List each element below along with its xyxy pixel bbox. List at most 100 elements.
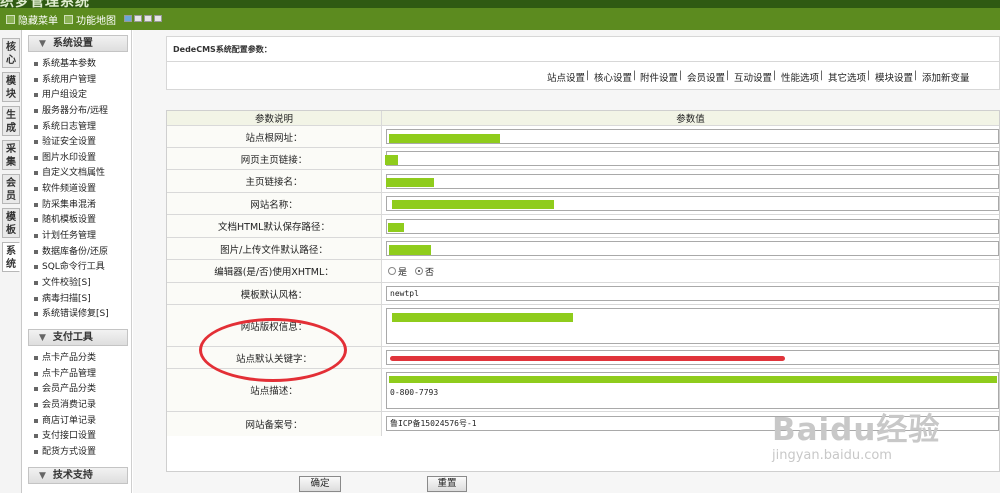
tab-separator: |	[726, 70, 730, 81]
skin-white-icon[interactable]	[154, 15, 162, 22]
menu-item[interactable]: 会员产品分类	[34, 382, 96, 397]
tab-module-settings[interactable]: 模块设置	[875, 70, 913, 84]
menu-item[interactable]: 会员消费记录	[34, 398, 96, 413]
bullet-icon	[34, 280, 38, 285]
bullet-icon	[34, 61, 38, 66]
tab-site-settings[interactable]: 站点设置	[547, 70, 585, 84]
bullet-icon	[34, 449, 38, 454]
tab-core-settings[interactable]: 核心设置	[594, 70, 632, 84]
skin-blue-icon[interactable]	[124, 15, 132, 22]
section-title: 支付工具	[52, 332, 93, 343]
tab-core[interactable]: 核心	[2, 38, 20, 68]
homepage-link-input[interactable]	[386, 151, 999, 166]
menu-item[interactable]: 商店订单记录	[34, 414, 96, 429]
tab-generate[interactable]: 生成	[2, 106, 20, 136]
tab-separator: |	[914, 70, 918, 81]
menu-item[interactable]: 系统日志管理	[34, 120, 96, 135]
menu-item[interactable]: 自定义文档属性	[34, 166, 105, 181]
menu-item[interactable]: 配货方式设置	[34, 445, 96, 460]
menu-item[interactable]: 验证安全设置	[34, 135, 96, 150]
upload-path-input[interactable]	[386, 241, 999, 256]
section-title: 系统设置	[52, 38, 93, 49]
redaction-mark	[389, 134, 500, 143]
tab-member[interactable]: 会员	[2, 174, 20, 204]
chevron-down-icon: ▼	[39, 471, 46, 481]
menu-item[interactable]: 计划任务管理	[34, 229, 96, 244]
param-label: 网站备案号：	[167, 412, 382, 436]
redaction-mark	[390, 356, 785, 361]
tab-attachment-settings[interactable]: 附件设置	[640, 70, 678, 84]
tab-collect[interactable]: 采集	[2, 140, 20, 170]
module-tab-strip: 核心 模块 生成 采集 会员 模板 系统	[0, 30, 22, 493]
table-row: 图片/上传文件默认路径：	[167, 238, 999, 260]
config-header: DedeCMS系统配置参数： 站点设置 | 核心设置 | 附件设置 | 会员设置…	[166, 36, 1000, 90]
app-banner: 织梦管理系统	[0, 0, 1000, 10]
redaction-mark	[386, 178, 434, 187]
tab-separator: |	[867, 70, 871, 81]
bullet-icon	[34, 155, 38, 160]
tab-member-settings[interactable]: 会员设置	[687, 70, 725, 84]
menu-item[interactable]: 病毒扫描[S]	[34, 292, 91, 307]
xhtml-no-radio[interactable]: 否	[415, 265, 434, 278]
tab-separator: |	[773, 70, 777, 81]
template-style-input[interactable]: newtpl	[386, 286, 999, 301]
chevron-down-icon: ▼	[39, 39, 46, 49]
bullet-icon	[34, 217, 38, 222]
section-payment-tools[interactable]: ▼ 支付工具	[28, 329, 128, 346]
page-title: DedeCMS系统配置参数：	[173, 45, 272, 54]
menu-item[interactable]: 数据库备份/还原	[34, 245, 108, 260]
hide-menu-icon	[6, 15, 15, 24]
section-system-settings[interactable]: ▼ 系统设置	[28, 35, 128, 52]
menu-item[interactable]: 防采集串混淆	[34, 198, 96, 213]
radio-off-icon	[388, 267, 396, 275]
menu-item[interactable]: 服务器分布/远程	[34, 104, 108, 119]
menu-item[interactable]: 支付接口设置	[34, 429, 96, 444]
menu-item[interactable]: 点卡产品管理	[34, 367, 96, 382]
menu-item[interactable]: 系统用户管理	[34, 73, 96, 88]
function-map-button[interactable]: 功能地图	[64, 12, 116, 27]
table-row: 站点根网址：	[167, 126, 999, 148]
section-title: 技术支持	[52, 470, 93, 481]
bullet-icon	[34, 139, 38, 144]
html-save-path-input[interactable]	[386, 219, 999, 234]
menu-item[interactable]: 文件校验[S]	[34, 276, 91, 291]
xhtml-yes-radio[interactable]: 是	[388, 265, 407, 278]
sidebar-menu: ▼ 系统设置 系统基本参数 系统用户管理 用户组设定 服务器分布/远程 系统日志管…	[22, 30, 132, 493]
menu-item[interactable]: 系统错误修复[S]	[34, 307, 109, 322]
skin-switcher[interactable]	[124, 15, 162, 22]
menu-item[interactable]: SQL命令行工具	[34, 260, 105, 275]
menu-item[interactable]: 系统基本参数	[34, 57, 96, 72]
menu-item[interactable]: 软件频道设置	[34, 182, 96, 197]
skin-gray-icon[interactable]	[134, 15, 142, 22]
tab-other-options[interactable]: 其它选项	[828, 70, 866, 84]
skin-light-icon[interactable]	[144, 15, 152, 22]
bullet-icon	[34, 202, 38, 207]
tab-interaction-settings[interactable]: 互动设置	[734, 70, 772, 84]
param-label: 主页链接名：	[167, 170, 382, 192]
menu-item[interactable]: 随机模板设置	[34, 213, 96, 228]
menu-item[interactable]: 点卡产品分类	[34, 351, 96, 366]
confirm-button[interactable]: 确定	[299, 476, 341, 492]
bullet-icon	[34, 233, 38, 238]
reset-button[interactable]: 重置	[427, 476, 467, 492]
menu-item[interactable]: 用户组设定	[34, 88, 87, 103]
bullet-icon	[34, 92, 38, 97]
tab-module[interactable]: 模块	[2, 72, 20, 102]
bullet-icon	[34, 418, 38, 423]
tab-separator: |	[586, 70, 590, 81]
section-tech-support[interactable]: ▼ 技术支持	[28, 467, 128, 484]
hide-menu-button[interactable]: 隐藏菜单	[6, 12, 58, 27]
tab-system[interactable]: 系统	[2, 242, 20, 272]
homepage-link-name-input[interactable]	[386, 174, 999, 189]
menu-item[interactable]: 图片水印设置	[34, 151, 96, 166]
column-header: 参数值	[382, 111, 999, 125]
bullet-icon	[34, 355, 38, 360]
function-map-icon	[64, 15, 73, 24]
watermark-logo: Baidu经验	[772, 412, 941, 448]
tab-template[interactable]: 模板	[2, 208, 20, 238]
tab-performance-options[interactable]: 性能选项	[781, 70, 819, 84]
table-row: 主页链接名：	[167, 170, 999, 193]
redaction-mark	[389, 245, 431, 255]
tab-add-variable[interactable]: 添加新变量	[922, 70, 970, 84]
redaction-mark	[392, 200, 554, 209]
